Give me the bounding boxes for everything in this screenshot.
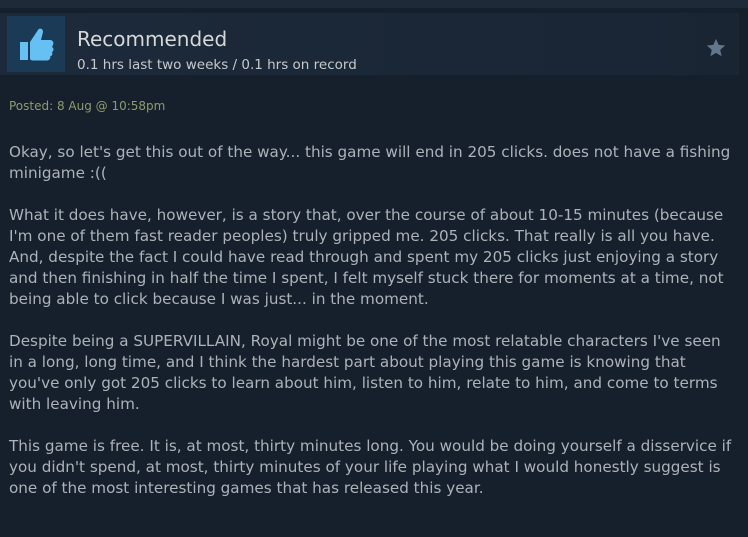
star-icon [706,38,726,57]
review-page: Recommended 0.1 hrs last two weeks / 0.1… [0,0,748,537]
review-paragraph: What it does have, however, is a story t… [9,206,724,308]
review-verdict: Recommended [77,27,228,51]
top-strip [0,0,748,8]
review-paragraph: Okay, so let's get this out of the way..… [9,143,731,182]
review-paragraph: This game is free. It is, at most, thirt… [9,437,732,497]
review-paragraph: Despite being a SUPERVILLAIN, Royal migh… [9,332,721,413]
award-button[interactable] [703,35,729,61]
review-header: Recommended 0.1 hrs last two weeks / 0.1… [0,13,739,75]
playtime-text: 0.1 hrs last two weeks / 0.1 hrs on reco… [77,57,357,73]
thumbs-up-icon [7,16,65,72]
posted-date: Posted: 8 Aug @ 10:58pm [9,99,166,113]
review-body: Okay, so let's get this out of the way..… [9,142,739,520]
